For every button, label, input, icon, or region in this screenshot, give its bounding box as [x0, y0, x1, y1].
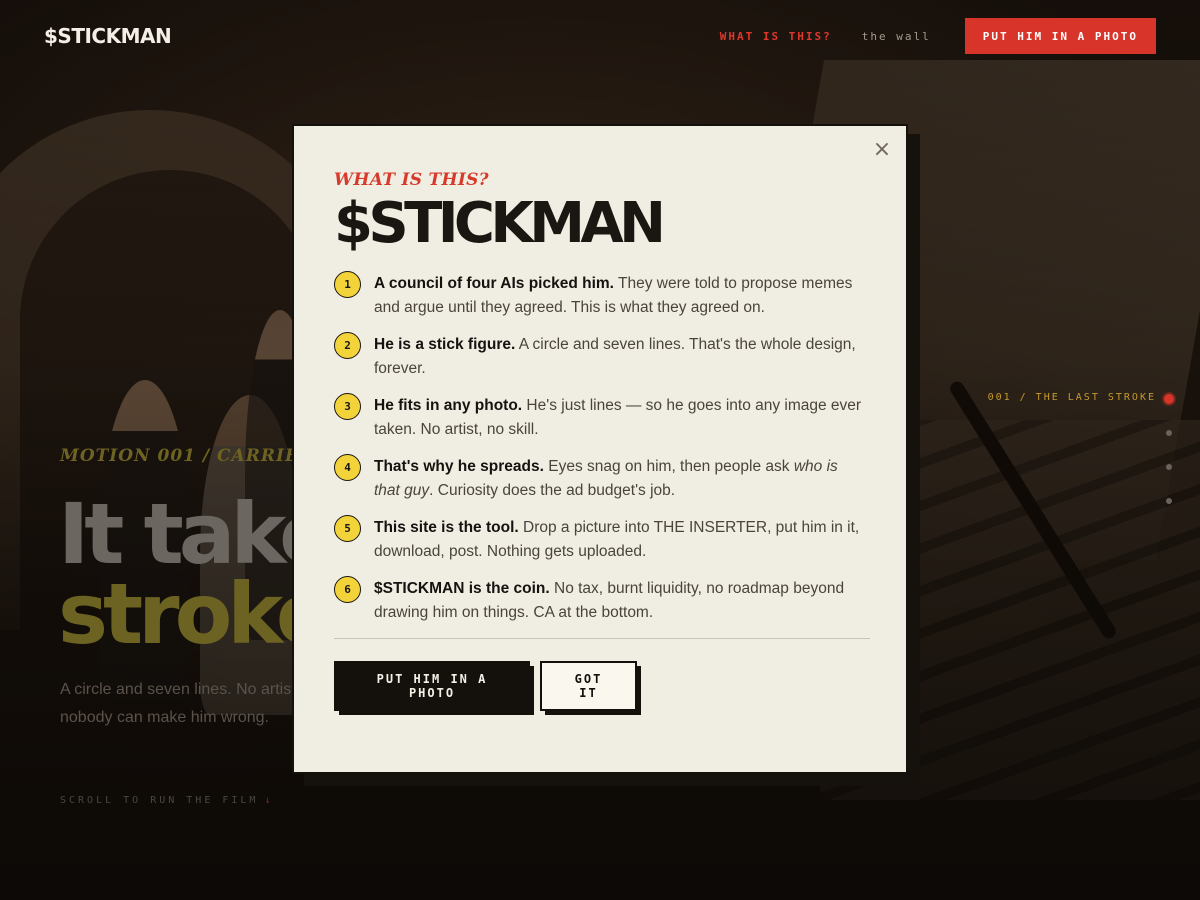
modal-kicker: WHAT IS THIS? — [334, 170, 489, 190]
number-badge: 1 — [334, 271, 361, 298]
list-item-text: He is a stick figure. A circle and seven… — [374, 336, 856, 377]
progress-dot-3[interactable] — [1166, 464, 1172, 470]
got-it-button[interactable]: GOT IT — [540, 661, 641, 715]
top-nav: $STICKMAN WHAT IS THIS? the wall PUT HIM… — [0, 0, 1200, 72]
nav-links: WHAT IS THIS? the wall PUT HIM IN A PHOT… — [720, 18, 1156, 54]
explainer-list: 1 A council of four AIs picked him. They… — [334, 271, 866, 625]
put-him-in-a-photo-button[interactable]: PUT HIM IN A PHOTO — [334, 661, 534, 715]
list-item: 6 $STICKMAN is the coin. No tax, burnt l… — [334, 576, 866, 625]
list-item: 3 He fits in any photo. He's just lines … — [334, 393, 866, 442]
modal-title: $STICKMAN — [334, 191, 666, 256]
number-badge: 6 — [334, 576, 361, 603]
section-progress-label: 001 / THE LAST STROKE — [987, 392, 1156, 403]
list-item-text: He fits in any photo. He's just lines — … — [374, 397, 862, 438]
hero-kicker: MOTION 001 / CARRIED — [60, 446, 315, 466]
list-item: 1 A council of four AIs picked him. They… — [334, 271, 866, 320]
progress-dot-1[interactable] — [1164, 394, 1174, 404]
list-item-text: This site is the tool. Drop a picture in… — [374, 519, 860, 560]
list-item: 4 That's why he spreads. Eyes snag on hi… — [334, 454, 866, 503]
list-item-text: $STICKMAN is the coin. No tax, burnt liq… — [374, 580, 845, 621]
logo[interactable]: $STICKMAN — [44, 24, 172, 48]
number-badge: 2 — [334, 332, 361, 359]
list-item: 5 This site is the tool. Drop a picture … — [334, 515, 866, 564]
list-item-text: A council of four AIs picked him. They w… — [374, 275, 853, 316]
list-item-text: That's why he spreads. Eyes snag on him,… — [374, 458, 838, 499]
number-badge: 3 — [334, 393, 361, 420]
nav-cta-button[interactable]: PUT HIM IN A PHOTO — [964, 18, 1156, 54]
what-is-this-modal: × WHAT IS THIS? $STICKMAN 1 A council of… — [292, 124, 908, 774]
nav-link-the-wall[interactable]: the wall — [862, 30, 931, 43]
nav-link-what-is-this[interactable]: WHAT IS THIS? — [720, 30, 832, 43]
number-badge: 4 — [334, 454, 361, 481]
arrow-down-icon: ↓ — [264, 795, 274, 806]
list-item: 2 He is a stick figure. A circle and sev… — [334, 332, 866, 381]
number-badge: 5 — [334, 515, 361, 542]
progress-dot-4[interactable] — [1166, 498, 1172, 504]
close-icon[interactable]: × — [870, 138, 894, 162]
progress-dot-2[interactable] — [1166, 430, 1172, 436]
modal-divider — [334, 638, 870, 639]
scroll-hint-label: SCROLL TO RUN THE FILM — [60, 795, 259, 806]
scroll-hint[interactable]: SCROLL TO RUN THE FILM ↓ — [60, 795, 273, 806]
modal-actions: PUT HIM IN A PHOTO GOT IT — [334, 661, 866, 715]
